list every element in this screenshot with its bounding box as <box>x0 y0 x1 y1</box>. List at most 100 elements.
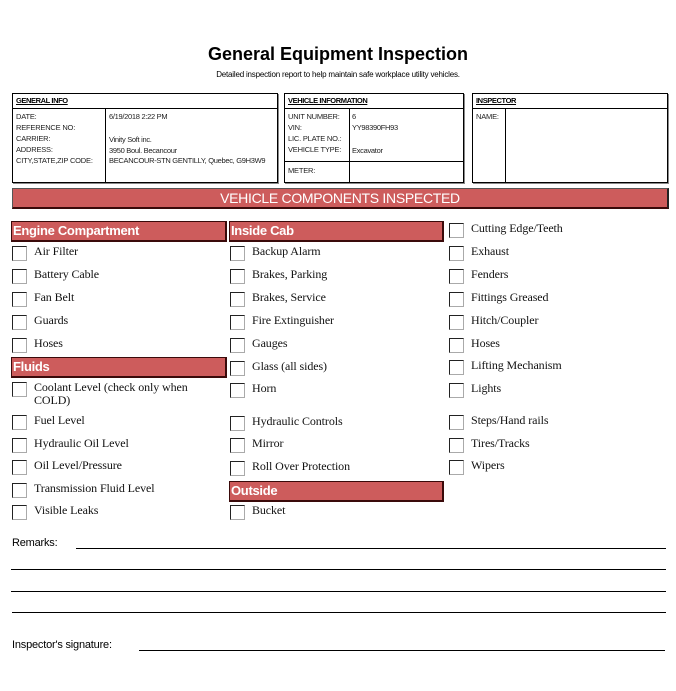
checkbox[interactable] <box>449 360 464 375</box>
checkbox[interactable] <box>12 269 27 284</box>
checklist-item[interactable]: Tires/Tracks <box>449 436 669 460</box>
checklist-item[interactable]: Air Filter <box>12 245 224 268</box>
vehicle-type-label: VEHICLE TYPE: <box>288 145 342 154</box>
unit-number-label: UNIT NUMBER: <box>288 112 340 121</box>
city-state-zip-value[interactable]: BECANCOUR-STN GENTILLY, Quebec, G9H3W9 <box>109 156 269 165</box>
checkbox[interactable] <box>12 246 27 261</box>
checkbox[interactable] <box>12 315 27 330</box>
checklist-item[interactable]: Hydraulic Oil Level <box>12 436 212 460</box>
page-subtitle: Detailed inspection report to help maint… <box>216 70 460 79</box>
checkbox[interactable] <box>12 505 27 520</box>
checkbox[interactable] <box>12 437 27 453</box>
checklist-item[interactable]: Wipers <box>449 459 669 482</box>
checkbox[interactable] <box>12 382 27 397</box>
checklist-item[interactable]: Hitch/Coupler <box>449 314 669 337</box>
checklist-item[interactable]: Battery Cable <box>12 268 224 291</box>
unit-number-value[interactable]: 6 <box>352 112 356 121</box>
checklist-item[interactable]: Bucket <box>230 504 440 527</box>
checkbox[interactable] <box>449 337 464 353</box>
checklist-item[interactable]: Fenders <box>449 268 669 291</box>
city-state-zip-label: CITY,STATE,ZIP CODE: <box>16 156 93 165</box>
checkbox[interactable] <box>230 360 245 376</box>
checklist-item[interactable]: Transmission Fluid Level <box>12 481 212 505</box>
remarks-line-4[interactable] <box>12 612 666 613</box>
checklist-item[interactable]: Brakes, Parking <box>230 268 440 291</box>
checklist-item[interactable]: Hydraulic Controls <box>230 414 440 438</box>
checkbox[interactable] <box>230 505 245 520</box>
components-banner: VEHICLE COMPONENTS INSPECTED <box>12 188 669 209</box>
checklist-item[interactable]: Steps/Hand rails <box>449 414 669 437</box>
inside-cab-items: Backup Alarm Brakes, Parking Brakes, Ser… <box>230 245 440 482</box>
checkbox[interactable] <box>230 415 245 431</box>
date-value[interactable]: 6/19/2018 2:22 PM <box>109 112 168 121</box>
vehicle-info-heading: VEHICLE INFORMATION <box>285 94 463 109</box>
vehicle-type-value[interactable]: Excavator <box>352 146 383 155</box>
other-items: Cutting Edge/Teeth Exhaust Fenders Fitti… <box>449 222 669 482</box>
address-value[interactable]: 3950 Boul. Becancour <box>109 146 177 155</box>
checkbox[interactable] <box>449 460 464 475</box>
reference-no-label: REFERENCE NO: <box>16 123 76 132</box>
checklist-item[interactable]: Horn <box>230 382 440 415</box>
checkbox[interactable] <box>230 315 245 330</box>
checklist-item[interactable]: Fuel Level <box>12 414 212 437</box>
checklist-item[interactable]: Glass (all sides) <box>230 359 440 383</box>
checkbox[interactable] <box>230 338 245 353</box>
remarks-line-3[interactable] <box>11 591 666 592</box>
checklist-item[interactable]: Oil Level/Pressure <box>12 459 212 482</box>
checkbox[interactable] <box>230 269 245 284</box>
carrier-value[interactable]: Vinity Soft inc. <box>109 135 152 144</box>
checkbox[interactable] <box>449 382 464 398</box>
remarks-label: Remarks: <box>12 537 58 549</box>
section-engine-compartment: Engine Compartment <box>11 221 227 242</box>
section-outside: Outside <box>229 481 444 502</box>
checkbox[interactable] <box>449 223 464 238</box>
checkbox[interactable] <box>449 315 464 330</box>
vin-value[interactable]: YY98390FH93 <box>352 123 398 132</box>
checklist-item[interactable]: Brakes, Service <box>230 291 440 314</box>
address-label: ADDRESS: <box>16 145 53 154</box>
checkbox[interactable] <box>12 482 27 498</box>
checkbox[interactable] <box>12 460 27 475</box>
checkbox[interactable] <box>449 246 464 261</box>
checkbox[interactable] <box>230 460 245 476</box>
checkbox[interactable] <box>449 292 464 307</box>
checklist-item[interactable]: Mirror <box>230 437 440 460</box>
inspector-box: INSPECTOR NAME: <box>472 93 668 183</box>
checklist-item[interactable]: Guards <box>12 314 224 337</box>
outside-items: Bucket <box>230 504 440 527</box>
checklist-item[interactable]: Roll Over Protection <box>230 459 440 483</box>
checklist-item[interactable]: Gauges <box>230 337 440 360</box>
vehicle-info-box: VEHICLE INFORMATION UNIT NUMBER: 6 VIN: … <box>284 93 464 183</box>
checklist-item[interactable]: Lights <box>449 381 669 415</box>
checklist-item[interactable]: Cutting Edge/Teeth <box>449 222 669 245</box>
checkbox[interactable] <box>230 438 245 453</box>
checklist-item[interactable]: Backup Alarm <box>230 245 440 268</box>
remarks-line-2[interactable] <box>11 569 666 570</box>
checklist-item[interactable]: Fire Extinguisher <box>230 314 440 337</box>
checkbox[interactable] <box>449 437 464 453</box>
checkbox[interactable] <box>230 292 245 307</box>
signature-label: Inspector's signature: <box>12 639 112 651</box>
checkbox[interactable] <box>449 415 464 430</box>
checklist-item[interactable]: Exhaust <box>449 245 669 268</box>
checklist-item[interactable]: Fittings Greased <box>449 291 669 314</box>
checklist-item[interactable]: Lifting Mechanism <box>449 359 669 382</box>
checkbox[interactable] <box>12 292 27 307</box>
checklist-item[interactable]: Hoses <box>449 336 669 360</box>
checkbox[interactable] <box>230 383 245 398</box>
inspector-heading: INSPECTOR <box>473 94 667 109</box>
checkbox[interactable] <box>230 246 245 261</box>
page-title: General Equipment Inspection <box>207 44 469 64</box>
checklist-item[interactable]: Coolant Level (check only when COLD) <box>12 381 212 414</box>
checkbox[interactable] <box>12 338 27 353</box>
signature-line[interactable] <box>139 650 665 651</box>
checkbox[interactable] <box>449 269 464 284</box>
section-fluids: Fluids <box>11 357 227 378</box>
remarks-line-1[interactable] <box>76 548 666 549</box>
fluids-items: Coolant Level (check only when COLD) Fue… <box>12 381 212 527</box>
date-label: DATE: <box>16 112 37 121</box>
checkbox[interactable] <box>12 415 27 430</box>
checklist-item[interactable]: Fan Belt <box>12 291 224 314</box>
general-info-heading: GENERAL INFO <box>13 94 277 109</box>
checklist-item[interactable]: Visible Leaks <box>12 504 212 527</box>
